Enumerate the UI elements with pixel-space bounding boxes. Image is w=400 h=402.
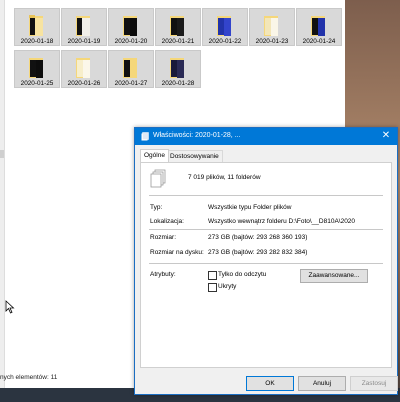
folder-icon [76,58,90,78]
folder-item[interactable]: 2020-01-27 [108,50,154,88]
size-on-disk-label: Rozmiar na dysku: [150,249,204,256]
folder-item[interactable]: 2020-01-21 [155,8,201,46]
ok-button[interactable]: OK [246,376,294,391]
folder-item[interactable]: 2020-01-18 [14,8,60,46]
dialog-title: Właściwości: 2020-01-28, ... [153,132,241,139]
folder-label: 2020-01-18 [20,38,54,45]
status-bar: nych elementów: 11 [0,374,58,381]
divider [149,195,383,196]
folder-icon [76,16,90,36]
folder-label: 2020-01-20 [114,38,148,45]
type-label: Typ: [150,204,163,211]
cancel-button[interactable]: Anuluj [298,376,346,391]
general-panel: 7 019 plików, 11 folderów Typ: Wszystkie… [140,162,392,368]
folder-label: 2020-01-21 [161,38,195,45]
folder-label: 2020-01-23 [255,38,289,45]
mouse-cursor-icon [5,300,15,314]
properties-icon [141,132,149,141]
folder-label: 2020-01-25 [20,80,54,87]
folder-label: 2020-01-27 [114,80,148,87]
folder-icon [264,16,278,36]
navigation-pane-edge [0,0,5,402]
folder-item[interactable]: 2020-01-26 [61,50,107,88]
folder-item[interactable]: 2020-01-23 [249,8,295,46]
folder-item[interactable]: 2020-01-20 [108,8,154,46]
attributes-label: Atrybuty: [150,271,176,278]
folder-item[interactable]: 2020-01-19 [61,8,107,46]
folder-icon [170,58,184,78]
size-value: 273 GB (bajtów: 293 268 360 193) [208,234,308,241]
folder-icon [123,58,137,78]
size-on-disk-value: 273 GB (bajtów: 293 282 832 384) [208,249,308,256]
type-value: Wszystkie typu Folder plików [208,204,292,211]
tab-customize[interactable]: Dostosowywanie [166,150,223,162]
apply-button[interactable]: Zastosuj [350,376,398,391]
folder-item[interactable]: 2020-01-22 [202,8,248,46]
folder-label: 2020-01-28 [161,80,195,87]
folder-item[interactable]: 2020-01-24 [296,8,342,46]
folder-item[interactable]: 2020-01-28 [155,50,201,88]
location-value: Wszystko wewnątrz folderu D:\Foto\__D810… [208,218,356,225]
folder-icon [123,16,137,36]
multiple-files-icon [150,169,166,188]
hidden-checkbox[interactable] [208,283,217,292]
contents-summary: 7 019 plików, 11 folderów [188,174,261,181]
folder-icon [311,16,325,36]
dialog-title-bar[interactable]: Właściwości: 2020-01-28, ... ✕ [135,128,397,145]
readonly-checkbox[interactable] [208,271,217,280]
folder-label: 2020-01-26 [67,80,101,87]
folder-label: 2020-01-22 [208,38,242,45]
size-label: Rozmiar: [150,234,177,241]
divider [149,229,383,230]
close-icon[interactable]: ✕ [380,130,392,142]
folder-item[interactable]: 2020-01-25 [14,50,60,88]
divider [149,263,383,264]
tab-general[interactable]: Ogólne [140,149,169,162]
readonly-checkbox-label[interactable]: Tylko do odczytu [218,271,266,278]
properties-dialog: Właściwości: 2020-01-28, ... ✕ Ogólne Do… [134,127,398,395]
folder-icon [170,16,184,36]
advanced-button[interactable]: Zaawansowane... [300,269,368,283]
location-label: Lokalizacja: [150,218,184,225]
hidden-checkbox-label[interactable]: Ukryty [218,283,236,290]
scroll-indicator [0,150,4,158]
folder-icon [29,15,43,36]
folder-label: 2020-01-19 [67,38,101,45]
folder-label: 2020-01-24 [302,38,336,45]
folder-icon [29,58,43,78]
folder-icon [217,16,231,36]
